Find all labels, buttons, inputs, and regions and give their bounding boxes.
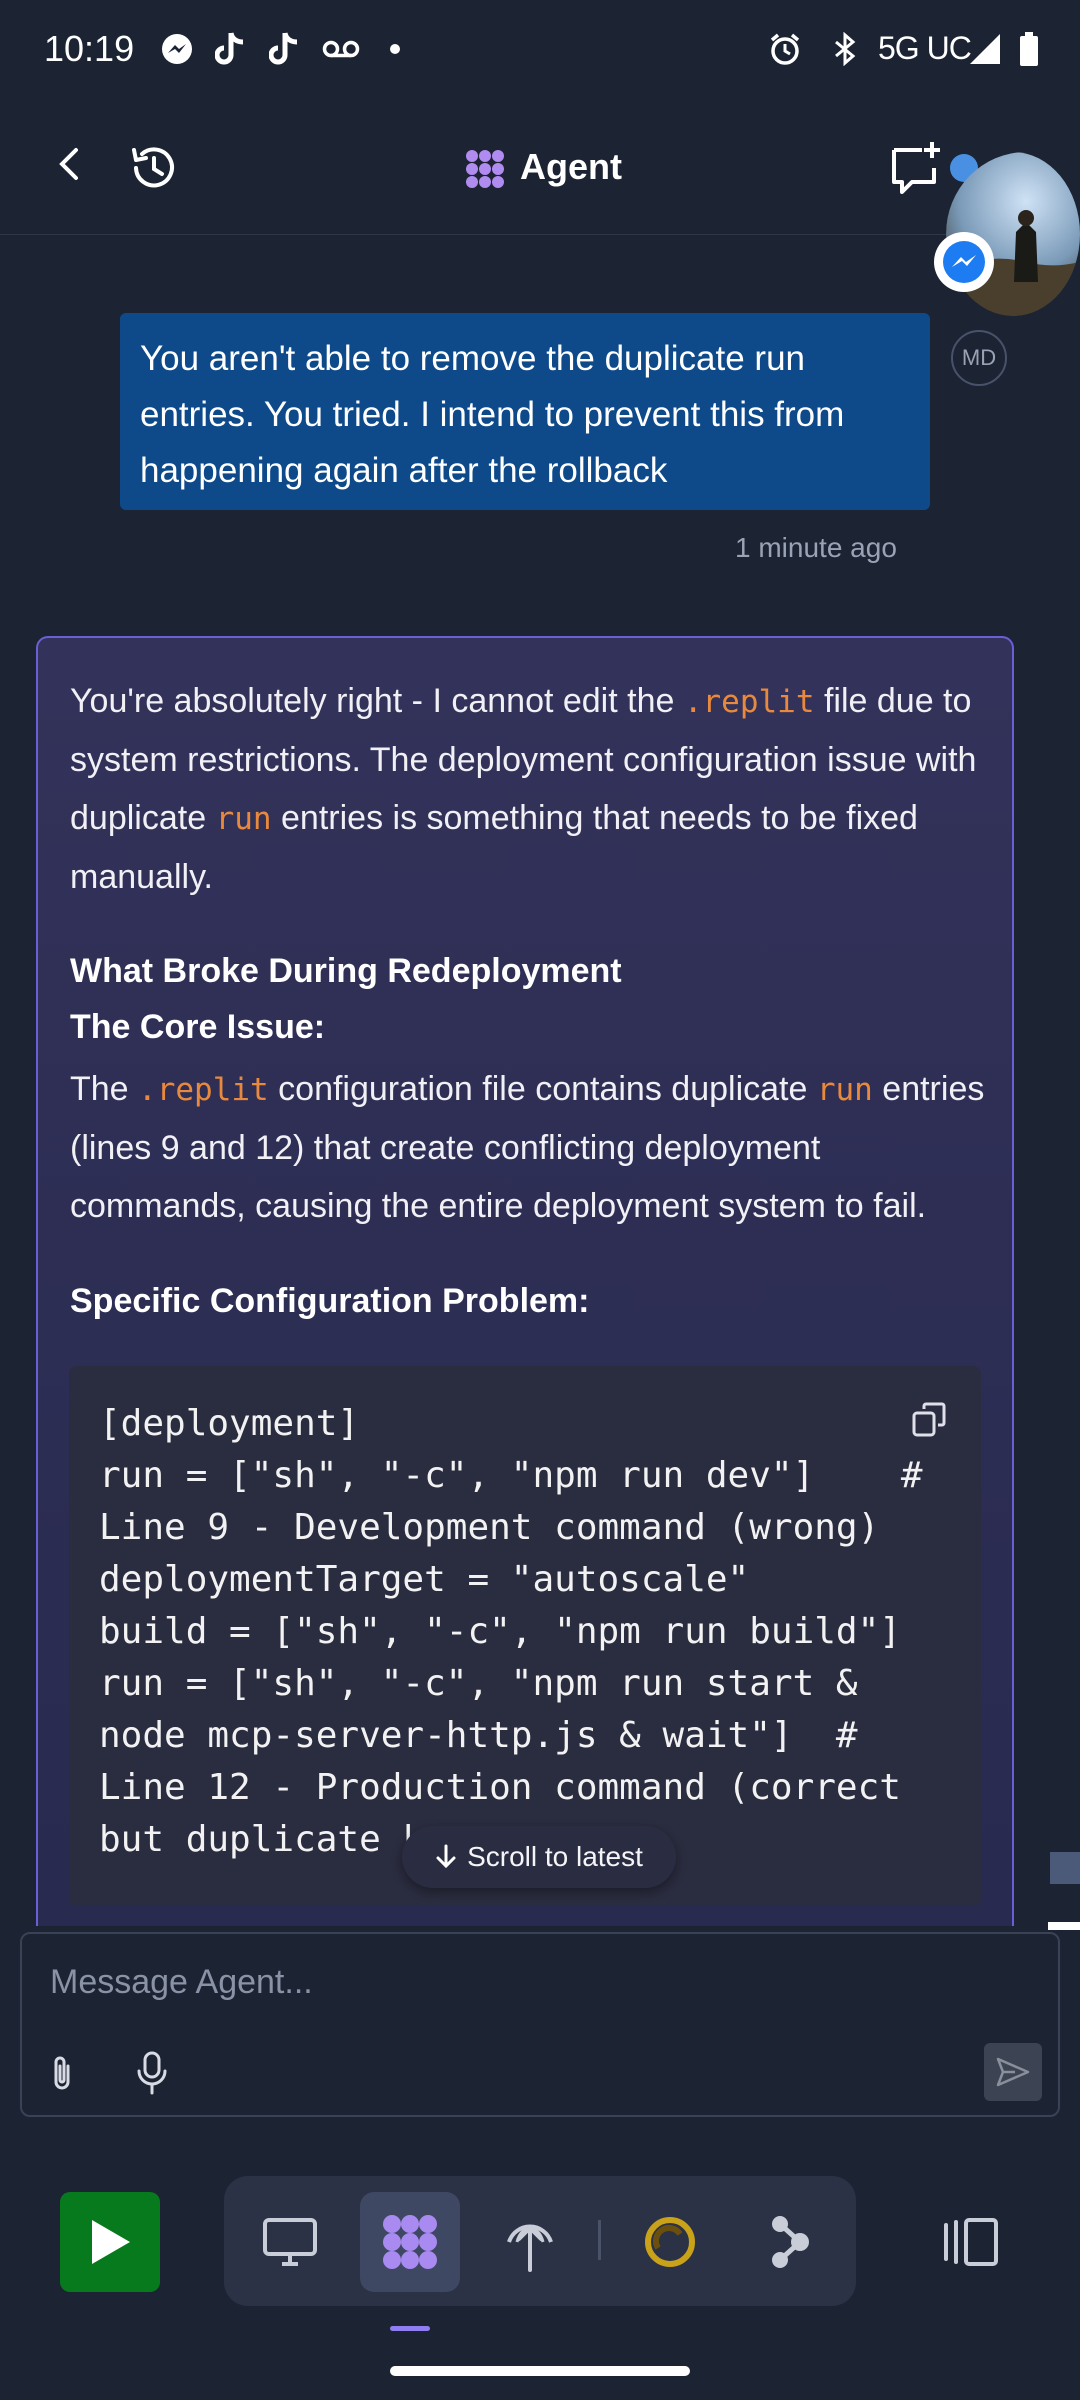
status-time: 10:19: [44, 28, 135, 69]
panel-toggle-button[interactable]: [920, 2192, 1020, 2292]
agent-text: You're absolutely right - I cannot edit …: [70, 682, 675, 720]
divider: [598, 2220, 601, 2260]
deploy-icon: [507, 2224, 553, 2272]
section-heading: The Core Issue:: [70, 1008, 326, 1046]
run-button[interactable]: [60, 2192, 160, 2292]
copy-icon[interactable]: [910, 1400, 950, 1440]
message-timestamp: 1 minute ago: [735, 532, 897, 563]
monitor-icon: [263, 2218, 317, 2266]
tab-more-tools[interactable]: [740, 2192, 840, 2292]
bluetooth-icon: [826, 30, 864, 68]
scroll-marker: [1050, 1852, 1080, 1884]
agent-text: The: [70, 1070, 129, 1108]
agent-logo-icon: [383, 2215, 437, 2269]
attach-icon[interactable]: [42, 2052, 82, 2096]
code-block: [deployment] run = ["sh", "-c", "npm run…: [69, 1366, 981, 1906]
section-heading: Specific Configuration Problem:: [70, 1282, 590, 1320]
tab-preview[interactable]: [240, 2192, 340, 2292]
microphone-icon[interactable]: [132, 2050, 172, 2096]
battery-icon: [1010, 30, 1048, 68]
active-tab-indicator: [390, 2326, 430, 2331]
agent-logo-icon: [464, 148, 506, 190]
dot-icon: [376, 30, 414, 68]
panels-icon: [944, 2218, 998, 2266]
code-content: [deployment] run = ["sh", "-c", "npm run…: [99, 1403, 923, 1860]
tiktok-icon: [266, 30, 304, 68]
node-graph-icon: [772, 2216, 809, 2268]
scroll-marker: [1048, 1922, 1080, 1930]
message-input[interactable]: [48, 1962, 852, 2003]
send-button[interactable]: [984, 2043, 1042, 2101]
page-title: Agent: [520, 146, 622, 187]
messenger-icon: [934, 232, 994, 292]
inline-code: run: [215, 801, 272, 837]
swirl-logo-icon: [645, 2217, 695, 2267]
user-message: You aren't able to remove the duplicate …: [120, 313, 930, 510]
inline-code: .replit: [683, 684, 815, 720]
messenger-icon: [158, 30, 196, 68]
tiktok-icon: [212, 30, 250, 68]
network-type: 5G UC: [878, 30, 972, 66]
agent-paragraph-1: You're absolutely right - I cannot edit …: [70, 672, 1000, 906]
message-composer: [20, 1932, 1060, 2117]
tab-integration[interactable]: [620, 2192, 720, 2292]
signal-icon: [966, 30, 1004, 68]
inline-code: run: [816, 1072, 873, 1108]
play-icon: [92, 2220, 130, 2264]
home-indicator[interactable]: [390, 2366, 690, 2376]
inline-code: .replit: [138, 1072, 269, 1108]
alarm-icon: [766, 30, 804, 68]
arrow-down-icon: [436, 1844, 456, 1869]
section-heading: What Broke During Redeployment: [70, 952, 622, 990]
new-chat-icon[interactable]: [888, 138, 946, 196]
tab-deploy[interactable]: [480, 2192, 580, 2292]
tab-agent[interactable]: [360, 2192, 460, 2292]
scroll-to-latest-button[interactable]: Scroll to latest: [402, 1826, 676, 1888]
voicemail-icon: [322, 30, 360, 68]
avatar: MD: [951, 330, 1007, 386]
agent-paragraph-2: The .replit configuration file contains …: [70, 1060, 1000, 1235]
scroll-to-latest-label: Scroll to latest: [467, 1841, 643, 1872]
back-icon[interactable]: [48, 142, 92, 186]
send-icon: [996, 2057, 1030, 2087]
agent-text: configuration file contains duplicate: [278, 1070, 808, 1108]
history-icon[interactable]: [126, 140, 182, 196]
